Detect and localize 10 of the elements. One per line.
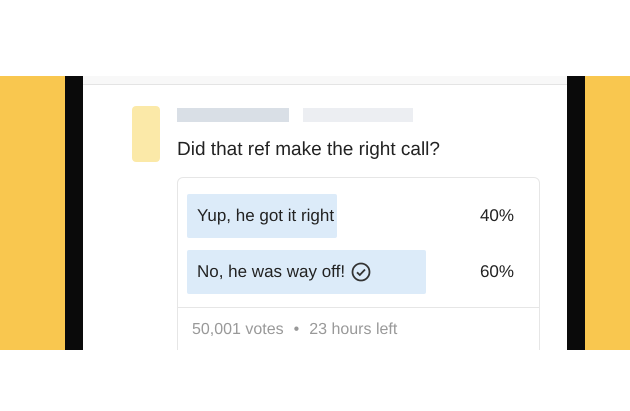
check-circle-icon	[351, 262, 372, 282]
vote-percent: 60%	[480, 262, 514, 282]
vote-count: 50,001 votes	[192, 321, 284, 339]
option-label: Yup, he got it right	[197, 206, 334, 226]
avatar-placeholder	[132, 106, 160, 162]
poll-question: Did that ref make the right call?	[177, 139, 441, 161]
separator-dot: •	[294, 321, 300, 339]
time-left: 23 hours left	[309, 321, 398, 339]
vote-percent: 40%	[480, 206, 514, 226]
option-label: No, he was way off!	[197, 262, 346, 282]
